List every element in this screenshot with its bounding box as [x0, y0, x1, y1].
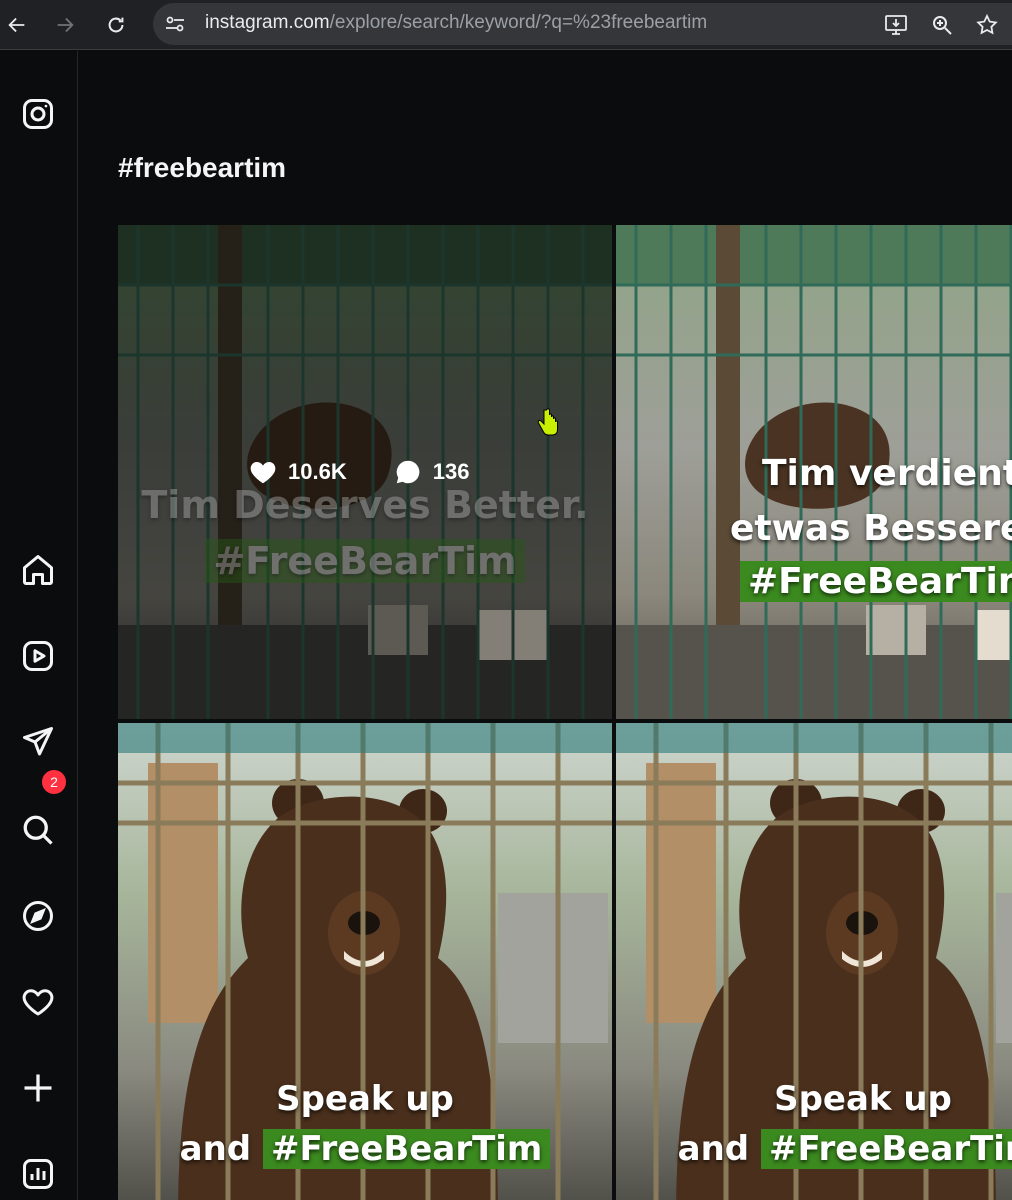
nav-explore[interactable] — [19, 897, 57, 935]
post-2-caption-line2: etwas Besseres — [730, 508, 1012, 549]
page-title: #freebeartim — [118, 152, 287, 183]
bookmark-star-icon[interactable] — [975, 13, 999, 37]
likes-count: 10.6K — [288, 459, 347, 484]
post-3-caption-prefix: and — [179, 1129, 252, 1169]
reload-button[interactable] — [101, 10, 131, 40]
post-tile-1[interactable]: Tim Deserves Better. #FreeBearTim 10.6K … — [118, 225, 612, 719]
nav-create[interactable] — [19, 1069, 57, 1107]
likes-stat: 10.6K — [248, 457, 347, 487]
plus-icon — [24, 1074, 52, 1102]
post-3-caption-line2: and #FreeBearTim — [118, 1129, 612, 1169]
nav-notifications[interactable] — [19, 983, 57, 1021]
nav-search[interactable] — [19, 811, 57, 849]
post-4-caption-line1: Speak up — [774, 1079, 952, 1119]
nav-messages[interactable] — [19, 723, 57, 761]
reels-icon — [23, 641, 53, 671]
nav-dashboard[interactable] — [19, 1155, 57, 1193]
url-host: instagram.com — [205, 12, 330, 33]
post-2-caption-line1-text: Tim verdient — [762, 453, 1012, 494]
post-2-hashtag: #FreeBearTim — [740, 561, 1012, 602]
site-info-icon[interactable] — [163, 12, 187, 36]
arrow-right-icon — [57, 17, 74, 33]
hand-cursor-icon — [537, 408, 558, 436]
forward-button[interactable] — [50, 10, 80, 40]
post-2-caption-line1: Tim verdient — [644, 453, 1012, 494]
nav-reels[interactable] — [19, 637, 57, 675]
heart-icon — [22, 989, 54, 1016]
nav-home[interactable] — [19, 551, 57, 589]
post-2-caption-tag-row: #FreeBearTim — [740, 561, 1012, 602]
notifications-badge: 2 — [40, 768, 68, 796]
post-1-stats: 10.6K 136 — [248, 457, 469, 487]
home-icon — [23, 555, 53, 585]
browser-toolbar: instagram.com/explore/search/keyword/?q=… — [0, 0, 1012, 50]
post-tile-3[interactable]: Speak up and #FreeBearTim — [118, 723, 612, 1200]
url-text: instagram.com/explore/search/keyword/?q=… — [205, 12, 707, 34]
direct-message-icon — [23, 727, 53, 756]
post-4-caption-prefix: and — [677, 1129, 750, 1169]
url-path: /explore/search/keyword/?q=%23freebearti… — [329, 12, 708, 33]
address-bar[interactable]: instagram.com/explore/search/keyword/?q=… — [153, 3, 1012, 45]
instagram-logo[interactable] — [19, 95, 57, 133]
heart-filled-icon — [250, 462, 276, 484]
reload-icon — [108, 17, 124, 33]
post-4-caption-line2: and #FreeBearTim — [616, 1129, 1012, 1169]
arrow-left-icon — [8, 17, 25, 33]
posts-grid: Tim Deserves Better. #FreeBearTim 10.6K … — [118, 225, 1012, 1200]
back-button[interactable] — [2, 10, 32, 40]
comments-stat: 136 — [393, 457, 470, 487]
bar-chart-icon — [23, 1159, 53, 1189]
compass-icon — [23, 901, 53, 931]
search-icon — [23, 815, 53, 845]
post-tile-2[interactable]: Tim verdient etwas Besseres #FreeBearTim — [616, 225, 1012, 719]
post-4-hashtag: #FreeBearTim — [760, 1129, 1012, 1169]
comments-count: 136 — [432, 459, 470, 484]
post-tile-4[interactable]: Speak up and #FreeBearTim — [616, 723, 1012, 1200]
sidebar: 2 — [0, 51, 78, 1200]
instagram-icon — [23, 99, 53, 129]
post-3-hashtag: #FreeBearTim — [262, 1129, 551, 1169]
post-3-caption-line1: Speak up — [276, 1079, 454, 1119]
zoom-icon[interactable] — [930, 13, 954, 37]
install-app-icon[interactable] — [884, 13, 908, 37]
comment-filled-icon — [396, 460, 420, 484]
